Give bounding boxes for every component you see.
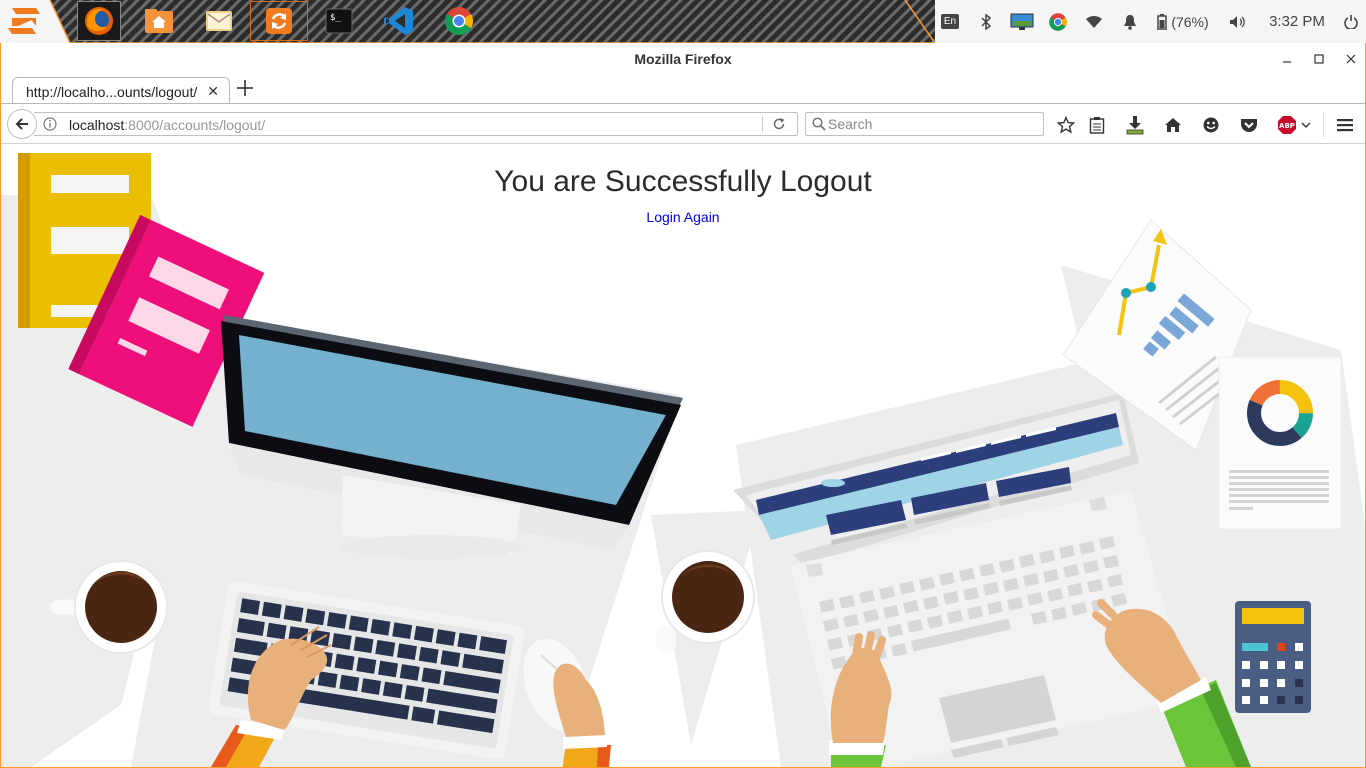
svg-text:ABP: ABP [1279, 122, 1295, 130]
taskbar-firefox[interactable] [77, 1, 121, 41]
power-icon[interactable] [1336, 0, 1366, 43]
taskbar-files[interactable] [130, 1, 188, 41]
home-button[interactable] [1162, 114, 1184, 136]
url-text[interactable]: localhost:8000/accounts/logout/ [69, 117, 265, 133]
taskbar-vscode[interactable] [370, 1, 428, 41]
taskbar-software-updater[interactable] [250, 1, 308, 41]
login-again-container: Login Again [1, 209, 1365, 227]
zorin-menu-icon [8, 8, 40, 34]
emoji-extension-button[interactable] [1200, 114, 1222, 136]
reload-icon[interactable] [772, 117, 786, 131]
files-icon [145, 9, 173, 33]
tab-bar: http://localho...ounts/logout/ ✕ [1, 75, 1365, 105]
taskbar: $_ En (76%) 3:32 PM [0, 0, 1366, 43]
minimize-button[interactable] [1277, 49, 1297, 69]
download-icon [1126, 116, 1144, 135]
navigation-toolbar: localhost:8000/accounts/logout/ Search A… [1, 104, 1365, 144]
menu-button[interactable] [1334, 114, 1356, 136]
pocket-icon [1241, 119, 1257, 132]
maximize-button[interactable] [1309, 49, 1329, 69]
tab-title: http://localho...ounts/logout/ [26, 84, 198, 100]
system-tray: En (76%) 3:32 PM [932, 0, 1366, 43]
site-info-icon[interactable] [43, 117, 57, 131]
chevron-down-icon [1301, 122, 1311, 128]
mail-icon [206, 11, 232, 31]
bookmark-star-button[interactable] [1055, 114, 1077, 136]
search-input[interactable] [828, 115, 1038, 133]
plus-icon [237, 80, 253, 96]
battery-icon [1157, 13, 1168, 30]
minimize-icon [1283, 61, 1291, 63]
taskbar-terminal[interactable]: $_ [310, 1, 368, 41]
keyboard-layout-label: En [940, 14, 960, 29]
close-icon [1346, 54, 1356, 64]
hamburger-menu-icon [1337, 119, 1353, 132]
search-icon [812, 117, 826, 131]
terminal-icon: $_ [325, 8, 353, 34]
tab-logout[interactable]: http://localho...ounts/logout/ ✕ [12, 77, 230, 105]
adblock-icon: ABP [1278, 116, 1296, 134]
url-path: :8000/accounts/logout/ [124, 117, 266, 133]
clock[interactable]: 3:32 PM [1258, 0, 1336, 43]
display-icon[interactable] [1004, 0, 1040, 43]
svg-text:$_: $_ [330, 13, 341, 23]
toolbar-separator [1323, 113, 1324, 137]
chrome-tray-icon[interactable] [1040, 0, 1076, 43]
battery-indicator[interactable]: (76%) [1148, 0, 1218, 43]
search-bar[interactable] [805, 112, 1044, 136]
back-arrow-icon [15, 118, 28, 130]
login-again-link[interactable]: Login Again [646, 209, 719, 225]
close-window-button[interactable] [1341, 49, 1361, 69]
wifi-icon[interactable] [1076, 0, 1112, 43]
back-button[interactable] [7, 109, 37, 139]
reading-list-button[interactable] [1086, 114, 1108, 136]
zorin-menu-button[interactable] [0, 1, 48, 41]
chrome-icon [445, 7, 473, 35]
notifications-bell-icon[interactable] [1112, 0, 1148, 43]
page-title: You are Successfully Logout [494, 165, 872, 198]
smiley-icon [1203, 117, 1219, 133]
clipboard-icon [1089, 117, 1105, 134]
keyboard-layout-indicator[interactable]: En [932, 0, 968, 43]
reload-separator [762, 116, 763, 132]
volume-icon[interactable] [1218, 0, 1258, 43]
adblock-dropdown-button[interactable] [1299, 114, 1313, 136]
taskbar-chrome[interactable] [430, 1, 488, 41]
bluetooth-icon[interactable] [968, 0, 1004, 43]
page-content: You are Successfully Logout Login Again [1, 145, 1365, 767]
clock-time: 3:32 PM [1269, 13, 1325, 30]
firefox-window: Mozilla Firefox http://localho...ounts/l… [0, 43, 1366, 768]
star-icon [1057, 116, 1075, 134]
taskbar-mail[interactable] [190, 1, 248, 41]
workspace-illustration [1, 153, 1365, 767]
adblock-plus-button[interactable]: ABP [1276, 114, 1298, 136]
software-updater-icon [266, 8, 292, 34]
url-bar[interactable]: localhost:8000/accounts/logout/ [34, 112, 798, 136]
pocket-button[interactable] [1238, 114, 1260, 136]
vscode-icon [384, 7, 413, 35]
tab-close-icon[interactable]: ✕ [207, 83, 219, 100]
firefox-icon [85, 7, 113, 35]
home-icon [1165, 118, 1181, 132]
title-bar[interactable]: Mozilla Firefox [1, 43, 1365, 75]
new-tab-button[interactable] [234, 78, 256, 100]
window-title: Mozilla Firefox [634, 51, 732, 67]
battery-percentage: (76%) [1171, 13, 1209, 30]
maximize-icon [1314, 54, 1324, 64]
url-host: localhost [69, 117, 125, 133]
downloads-button[interactable] [1124, 114, 1146, 136]
